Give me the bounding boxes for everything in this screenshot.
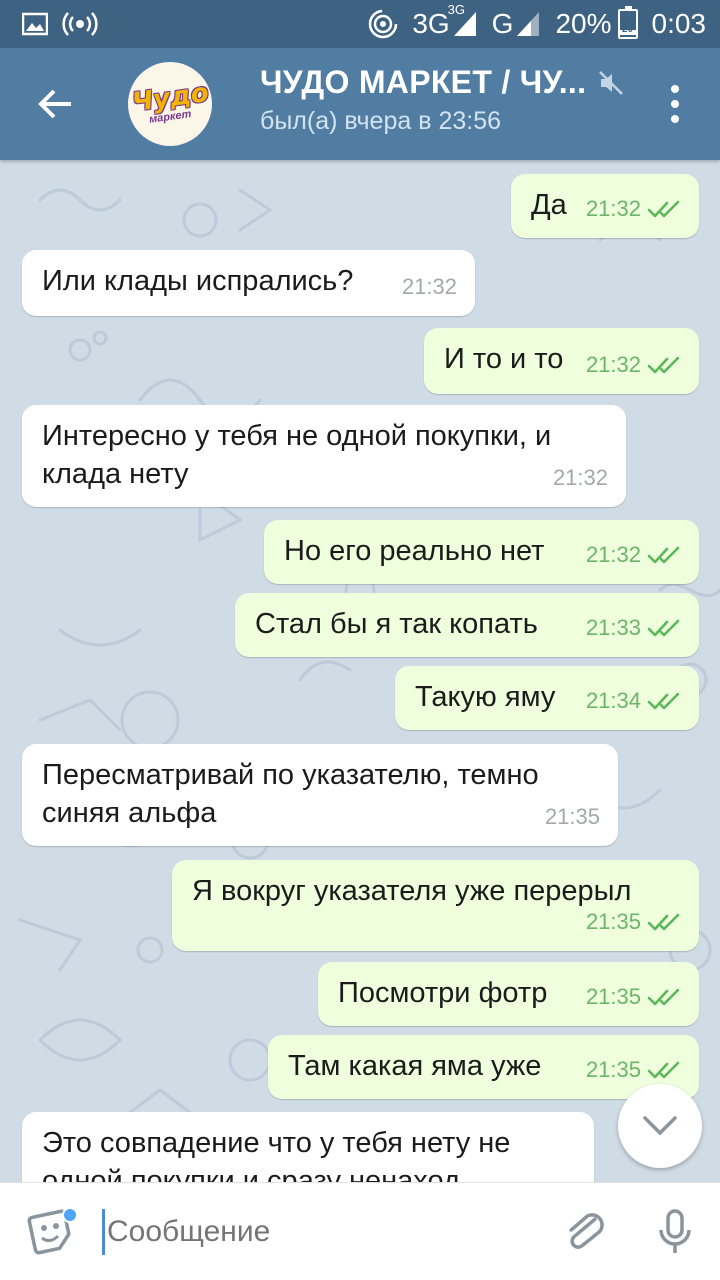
network-type-3g: 3G <box>412 8 450 39</box>
message-time: 21:35 <box>585 984 641 1009</box>
mic-icon <box>659 1208 691 1253</box>
incoming-message[interactable]: Это совпадение что у тебя нету не одной п… <box>22 1112 594 1182</box>
message-text: Но его реально нет <box>284 535 545 567</box>
message-text: Интересно у тебя не одной покупки, и клад… <box>42 417 551 493</box>
chevron-down-icon <box>643 1116 677 1136</box>
message-text-line: Пересматривай по указателю, темно <box>42 759 539 791</box>
avatar[interactable]: Чудо маркет <box>128 62 212 146</box>
mute-icon <box>599 70 624 95</box>
outgoing-message[interactable]: Посмотри фотр 21:35 <box>318 962 699 1026</box>
image-icon <box>22 12 48 36</box>
message-time: 21:32 <box>585 542 641 567</box>
message-text-line: клада нету <box>42 458 189 490</box>
message-input-bar <box>0 1182 720 1280</box>
message-meta: 21:32 <box>586 346 681 384</box>
message-meta: 21:35 <box>586 1051 681 1089</box>
sticker-button[interactable] <box>0 1183 100 1280</box>
outgoing-message[interactable]: Да 21:32 <box>511 174 699 238</box>
message-text: Такую яму <box>415 681 556 713</box>
avatar-logo: Чудо <box>129 77 211 118</box>
message-text: Это совпадение что у тебя нету не одной п… <box>42 1124 510 1182</box>
status-bar: 3G 3G G 20% 20 0:03 <box>0 0 720 48</box>
more-vert-icon[interactable] <box>660 78 690 130</box>
attach-button[interactable] <box>540 1183 630 1280</box>
message-time: 21:32 <box>585 352 641 377</box>
double-check-icon <box>647 619 680 637</box>
network-type-g: G <box>491 8 514 39</box>
double-check-icon <box>647 988 680 1006</box>
broadcast-icon <box>62 10 98 38</box>
outgoing-message[interactable]: Стал бы я так копать 21:33 <box>235 593 699 657</box>
message-text: Стал бы я так копать <box>255 608 538 640</box>
message-time: 21:32 <box>585 196 641 221</box>
message-meta: 21:32 <box>553 459 608 497</box>
message-text: Или клады испрались? <box>42 265 354 297</box>
mic-button[interactable] <box>630 1183 720 1280</box>
message-text: Да <box>531 189 567 221</box>
incoming-message[interactable]: Интересно у тебя не одной покупки, и клад… <box>22 405 626 507</box>
message-time: 21:32 <box>552 465 608 490</box>
chat-header: Чудо маркет ЧУДО МАРКЕТ / ЧУ... был(а) в… <box>0 48 720 160</box>
double-check-icon <box>647 692 680 710</box>
message-meta: 21:34 <box>586 682 681 720</box>
message-time: 21:32 <box>401 274 457 299</box>
message-meta: 21:35 <box>586 903 681 941</box>
message-time: 21:35 <box>585 1057 641 1082</box>
message-time: 21:33 <box>585 615 641 640</box>
outgoing-message[interactable]: Такую яму 21:34 <box>395 666 699 730</box>
message-time: 21:34 <box>585 688 641 713</box>
notification-dot <box>62 1206 78 1223</box>
outgoing-message[interactable]: Но его реально нет 21:32 <box>264 520 699 584</box>
last-seen-status: был(а) вчера в 23:56 <box>260 107 502 135</box>
message-time: 21:35 <box>585 909 641 934</box>
double-check-icon <box>647 1061 680 1079</box>
scroll-down-button[interactable] <box>618 1084 702 1168</box>
message-text: Посмотри фотр <box>338 977 548 1009</box>
text-cursor <box>102 1208 105 1255</box>
battery-level-text: 20 <box>621 24 634 35</box>
battery-percent: 20% <box>555 8 612 39</box>
incoming-message[interactable]: Пересматривай по указателю, темно синяя а… <box>22 744 618 846</box>
incoming-message[interactable]: Или клады испрались? 21:32 <box>22 250 475 316</box>
double-check-icon <box>647 913 680 931</box>
double-check-icon <box>647 546 680 564</box>
message-text: Пересматривай по указателю, темно синяя а… <box>42 756 539 832</box>
message-text-line: одной покупки и сразу ненаход <box>42 1165 460 1182</box>
attach-icon <box>569 1212 604 1249</box>
message-text-line: Это совпадение что у тебя нету не <box>42 1127 511 1159</box>
hotspot-icon <box>368 9 398 39</box>
chat-title: ЧУДО МАРКЕТ / ЧУ... <box>260 64 587 100</box>
message-text: И то и то <box>444 343 564 375</box>
back-arrow-icon <box>38 89 71 119</box>
network-type-3g-small: 3G <box>447 2 466 17</box>
message-meta: 21:33 <box>586 609 681 647</box>
message-meta: 21:32 <box>402 268 457 306</box>
signal-icon: 3G <box>448 2 478 38</box>
battery-icon: 20 <box>617 6 638 39</box>
message-time: 21:35 <box>544 804 600 829</box>
message-meta: 21:32 <box>586 190 681 228</box>
message-text: Я вокруг указателя уже перерыл <box>192 875 632 907</box>
double-check-icon <box>647 200 680 218</box>
chat-area[interactable]: Да 21:32 Или клады испрались? 21:32 И то и т… <box>0 160 720 1182</box>
message-text-line: синяя альфа <box>42 797 217 829</box>
signal-icon <box>515 10 541 38</box>
clock: 0:03 <box>651 8 707 39</box>
message-text-line: Интересно у тебя не одной покупки, и <box>42 420 552 452</box>
double-check-icon <box>647 356 680 374</box>
message-meta: 21:35 <box>545 798 600 836</box>
message-text: Там какая яма уже <box>288 1050 542 1082</box>
outgoing-message[interactable]: Я вокруг указателя уже перерыл 21:35 <box>172 860 699 951</box>
chat-title-block[interactable]: ЧУДО МАРКЕТ / ЧУ... был(а) вчера в 23:56 <box>260 64 670 136</box>
outgoing-message[interactable]: Там какая яма уже 21:35 <box>268 1035 699 1099</box>
back-button[interactable] <box>0 48 110 160</box>
message-meta: 21:35 <box>586 978 681 1016</box>
message-meta: 21:32 <box>586 536 681 574</box>
outgoing-message[interactable]: И то и то 21:32 <box>424 328 699 394</box>
message-input[interactable] <box>107 1214 540 1249</box>
